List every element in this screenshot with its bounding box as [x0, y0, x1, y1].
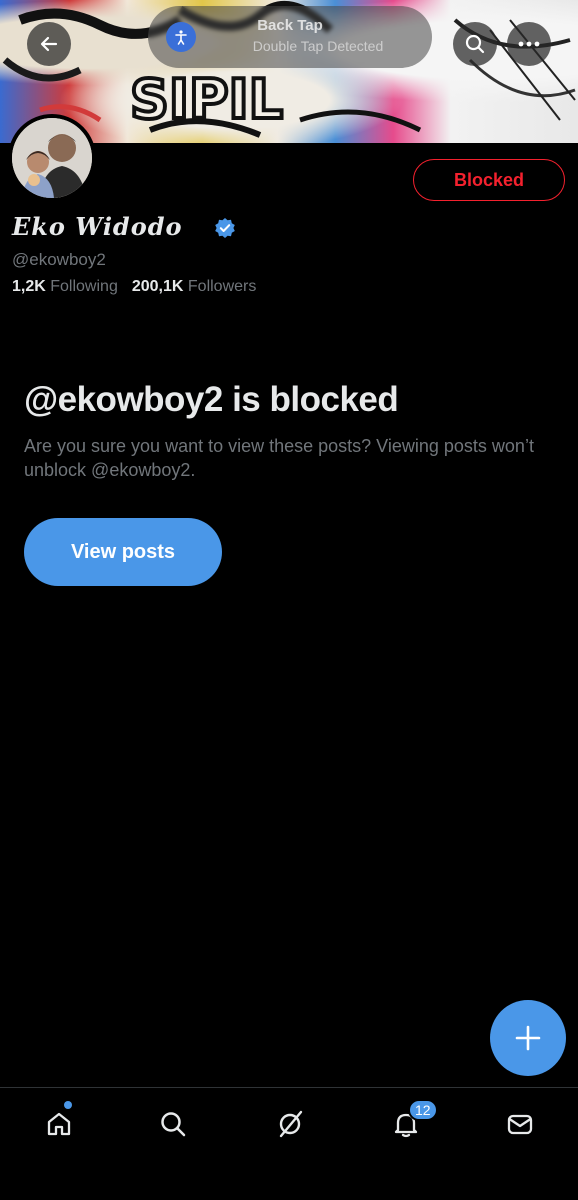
nav-grok[interactable]: [270, 1104, 310, 1144]
search-icon: [465, 34, 485, 54]
blocked-title: @ekowboy2 is blocked: [24, 380, 399, 419]
profile-name: Eko Widodo: [12, 212, 183, 241]
notification-title: Back Tap: [257, 17, 323, 34]
notification-subtitle: Double Tap Detected: [252, 38, 384, 54]
avatar[interactable]: [8, 114, 96, 202]
banner-graffiti-text: SIPIL: [130, 68, 283, 131]
more-horizontal-icon: [518, 41, 540, 47]
plus-icon: [515, 1025, 541, 1051]
home-icon: [47, 1112, 71, 1136]
profile-handle: @ekowboy2: [12, 250, 106, 269]
compose-post-button[interactable]: [490, 1000, 566, 1076]
back-tap-notification: Back Tap Double Tap Detected: [148, 6, 432, 68]
nav-home[interactable]: [39, 1104, 79, 1144]
search-button[interactable]: [453, 22, 497, 66]
arrow-left-icon: [40, 36, 58, 52]
followers-link[interactable]: 200,1K Followers: [132, 278, 257, 295]
more-options-button[interactable]: [507, 22, 551, 66]
followers-label: Followers: [187, 278, 257, 295]
bottom-nav: [0, 1087, 578, 1200]
profile-stats: 1,2K Following 200,1K Followers: [12, 278, 256, 296]
verified-badge-icon[interactable]: [214, 217, 236, 239]
search-icon: [161, 1112, 186, 1137]
grok-icon: [279, 1110, 303, 1138]
nav-messages[interactable]: [500, 1104, 540, 1144]
following-label: Following: [50, 278, 118, 295]
blocked-button[interactable]: Blocked: [413, 159, 565, 201]
followers-count: 200,1K: [131, 278, 184, 295]
blocked-description: Are you sure you want to view these post…: [24, 436, 534, 480]
avatar-photo: [12, 118, 92, 198]
nav-search[interactable]: [153, 1104, 193, 1144]
messages-icon: [507, 1114, 533, 1135]
back-button[interactable]: [27, 22, 71, 66]
home-unread-dot: [64, 1101, 72, 1109]
following-link[interactable]: 1,2K Following: [12, 278, 118, 295]
notifications-badge: 12: [408, 1099, 438, 1121]
following-count: 1,2K: [12, 278, 46, 295]
view-posts-button[interactable]: View posts: [24, 518, 222, 586]
